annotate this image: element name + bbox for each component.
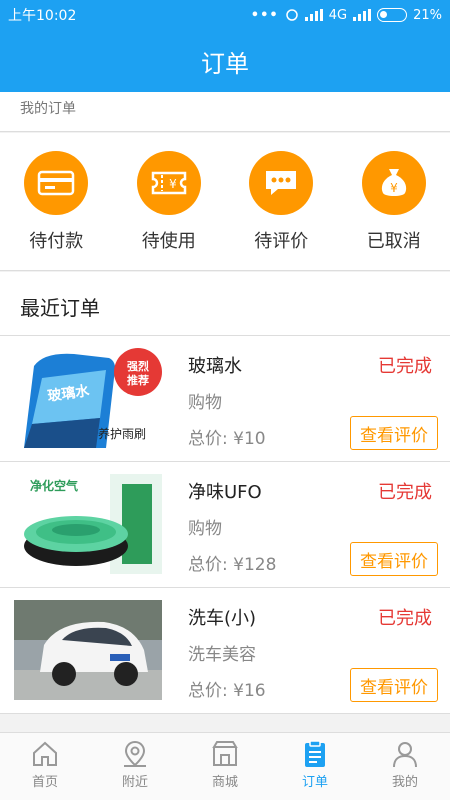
- svg-text:养护雨刷: 养护雨刷: [98, 426, 146, 441]
- battery-icon: [377, 8, 408, 22]
- status-label: 待使用: [141, 231, 196, 252]
- ticket-icon: ¥: [136, 151, 201, 215]
- order-category: 购物: [188, 393, 222, 413]
- tab-home[interactable]: 首页: [0, 733, 90, 800]
- clock: 上午10:02: [8, 8, 77, 24]
- chat-icon: [249, 151, 314, 215]
- home-icon: [33, 741, 57, 766]
- store-icon: [212, 741, 238, 766]
- tab-mall[interactable]: 商城: [180, 733, 270, 800]
- view-review-button[interactable]: 查看评价: [350, 668, 438, 702]
- order-price: 总价: ¥10: [188, 429, 266, 449]
- bottom-tab-bar: 首页 附近 商城 订单 我的: [0, 732, 450, 800]
- signal-icon: [304, 9, 323, 21]
- status-icons: ••• 4G 21%: [251, 8, 442, 23]
- status-to-use[interactable]: ¥ 待使用: [119, 151, 219, 253]
- tab-label: 附近: [121, 775, 148, 790]
- order-price: 总价: ¥16: [188, 681, 266, 701]
- status-to-review[interactable]: 待评价: [231, 151, 331, 253]
- order-item[interactable]: 玻璃水 强烈 推荐 养护雨刷 玻璃水 购物 总价: ¥10 已完成 查看评价: [0, 336, 450, 462]
- svg-text:推荐: 推荐: [127, 373, 149, 387]
- order-status: 已完成: [378, 608, 432, 629]
- order-status: 已完成: [378, 482, 432, 503]
- signal-icon-2: [353, 9, 372, 21]
- status-label: 待评价: [254, 231, 309, 252]
- page-title-bar: 订单: [0, 30, 450, 92]
- page-title: 订单: [201, 49, 249, 78]
- tab-label: 商城: [211, 775, 238, 790]
- network-type: 4G: [328, 7, 348, 23]
- svg-text:净化空气: 净化空气: [30, 478, 78, 493]
- user-icon: [393, 742, 417, 768]
- system-status-bar: 上午10:02 ••• 4G 21%: [0, 0, 450, 30]
- product-image-glass-cleaner: 玻璃水 强烈 推荐 养护雨刷: [14, 348, 162, 448]
- location-icon: [124, 740, 146, 767]
- tab-label: 订单: [301, 775, 328, 790]
- recent-orders-title: 最近订单: [20, 296, 100, 320]
- notification-dots-icon: •••: [250, 7, 279, 23]
- tab-label: 首页: [31, 775, 58, 790]
- car-wash-photo: [14, 600, 162, 700]
- tab-nearby[interactable]: 附近: [90, 733, 180, 800]
- status-label: 已取消: [366, 231, 421, 252]
- my-orders-header: 我的订单: [0, 92, 450, 132]
- order-list: 玻璃水 强烈 推荐 养护雨刷 玻璃水 购物 总价: ¥10 已完成 查看评价 净…: [0, 336, 450, 714]
- tab-mine[interactable]: 我的: [360, 733, 450, 800]
- my-orders-label: 我的订单: [20, 101, 76, 117]
- view-review-button[interactable]: 查看评价: [350, 542, 438, 576]
- card-icon: [24, 151, 89, 215]
- svg-text:¥: ¥: [390, 181, 398, 195]
- status-cancelled[interactable]: ¥ 已取消: [344, 151, 444, 253]
- view-review-button[interactable]: 查看评价: [350, 416, 438, 450]
- battery-level: 21%: [413, 7, 442, 23]
- product-image-ufo-purifier: 净化空气: [14, 474, 162, 574]
- order-status: 已完成: [378, 356, 432, 377]
- order-name: 洗车(小): [188, 608, 257, 629]
- tab-label: 我的: [391, 775, 418, 790]
- tab-orders[interactable]: 订单: [270, 733, 360, 800]
- recent-orders-header: 最近订单: [0, 272, 450, 336]
- alarm-icon: [285, 9, 298, 21]
- svg-text:强烈: 强烈: [127, 359, 149, 373]
- order-price: 总价: ¥128: [188, 555, 277, 575]
- status-pending-payment[interactable]: 待付款: [6, 151, 106, 253]
- clipboard-icon: [305, 740, 325, 767]
- money-bag-icon: ¥: [361, 151, 426, 215]
- order-category: 洗车美容: [188, 645, 256, 665]
- order-category: 购物: [188, 519, 222, 539]
- order-status-shortcuts: 待付款 ¥ 待使用 待评价 ¥ 已取消: [0, 133, 450, 271]
- svg-text:¥: ¥: [169, 177, 177, 191]
- order-name: 玻璃水: [188, 356, 242, 377]
- status-label: 待付款: [29, 231, 84, 252]
- order-item[interactable]: 洗车(小) 洗车美容 总价: ¥16 已完成 查看评价: [0, 588, 450, 714]
- order-name: 净味UFO: [188, 482, 262, 503]
- order-item[interactable]: 净化空气 净味UFO 购物 总价: ¥128 已完成 查看评价: [0, 462, 450, 588]
